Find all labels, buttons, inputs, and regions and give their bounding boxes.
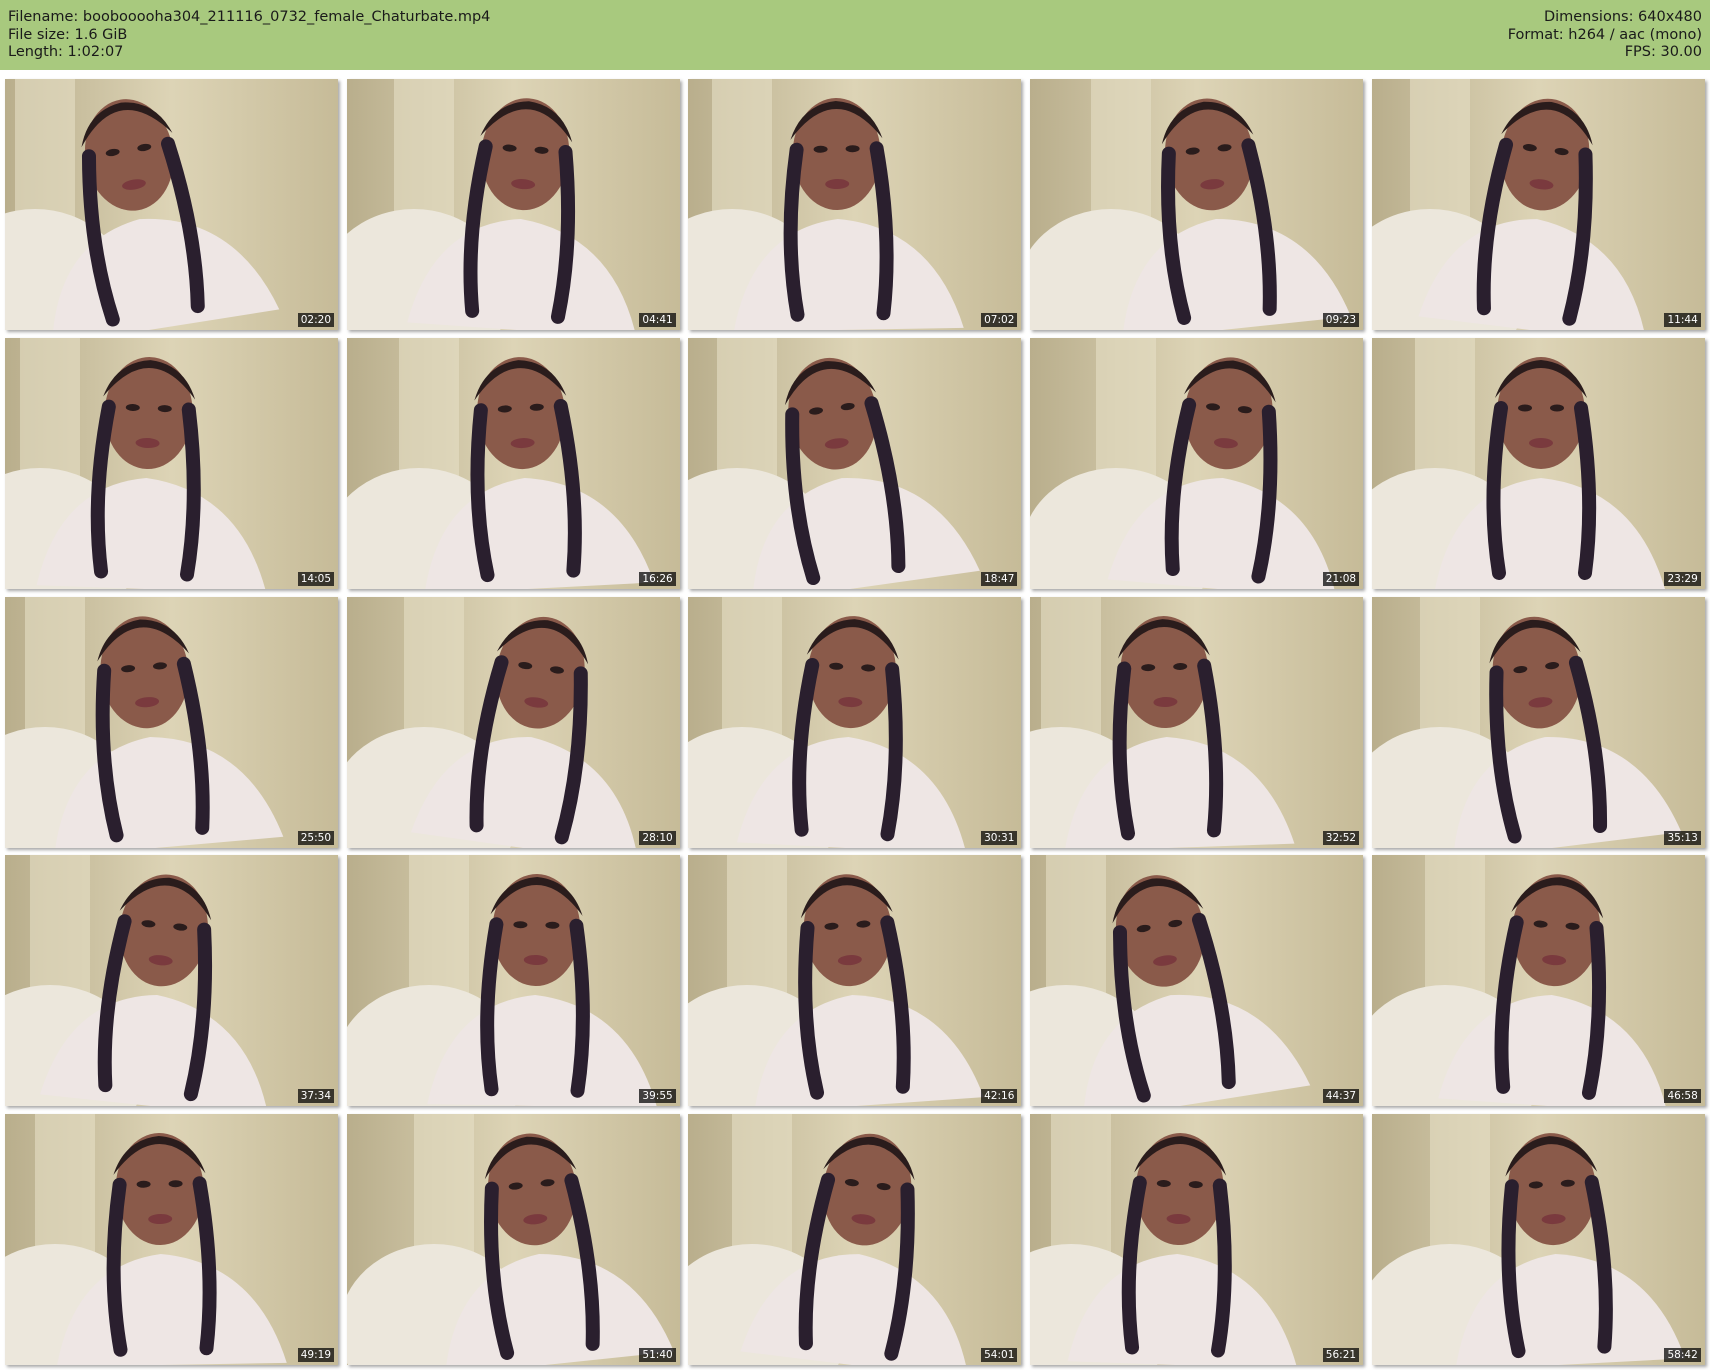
format-text: Format: h264 / aac (mono) bbox=[1507, 26, 1702, 43]
metadata-left: Filename: boobooooha304_211116_0732_fema… bbox=[8, 9, 490, 62]
video-frame-thumbnail[interactable]: 11:44 bbox=[1371, 79, 1705, 330]
video-frame-thumbnail[interactable]: 39:55 bbox=[346, 855, 680, 1107]
frame-timestamp: 42:16 bbox=[981, 1089, 1018, 1104]
frame-timestamp: 51:40 bbox=[639, 1348, 676, 1363]
frame-timestamp: 37:34 bbox=[297, 1089, 334, 1104]
frame-image bbox=[1371, 79, 1705, 330]
video-frame-thumbnail[interactable]: 56:21 bbox=[1030, 1114, 1364, 1366]
video-frame-thumbnail[interactable]: 18:47 bbox=[688, 337, 1022, 589]
video-frame-thumbnail[interactable]: 16:26 bbox=[346, 337, 680, 589]
frame-image bbox=[1030, 79, 1364, 330]
video-frame-thumbnail[interactable]: 58:42 bbox=[1371, 1114, 1705, 1366]
frame-image bbox=[346, 596, 680, 848]
frame-image bbox=[1371, 855, 1705, 1107]
frame-timestamp: 18:47 bbox=[981, 571, 1018, 586]
filesize-text: File size: 1.6 GiB bbox=[8, 26, 128, 43]
frame-image bbox=[1371, 1114, 1705, 1366]
frame-timestamp: 07:02 bbox=[981, 313, 1018, 327]
frame-image bbox=[688, 79, 1022, 330]
frame-image bbox=[1030, 337, 1364, 589]
filename-text: Filename: boobooooha304_211116_0732_fema… bbox=[8, 9, 491, 25]
frame-timestamp: 35:13 bbox=[1664, 830, 1701, 845]
frame-image bbox=[5, 1114, 338, 1366]
frame-image bbox=[5, 855, 338, 1107]
frame-image bbox=[5, 596, 338, 848]
frame-timestamp: 49:19 bbox=[297, 1348, 334, 1363]
metadata-header: Filename: boobooooha304_211116_0732_fema… bbox=[0, 0, 1710, 70]
frame-timestamp: 21:08 bbox=[1322, 571, 1360, 586]
frame-image bbox=[688, 1114, 1022, 1366]
frame-timestamp: 30:31 bbox=[981, 830, 1018, 845]
video-frame-thumbnail[interactable]: 21:08 bbox=[1030, 337, 1364, 589]
frame-timestamp: 25:50 bbox=[297, 830, 334, 845]
video-frame-thumbnail[interactable]: 25:50 bbox=[5, 596, 338, 848]
frame-image bbox=[5, 337, 338, 589]
video-frame-thumbnail[interactable]: 30:31 bbox=[688, 596, 1022, 848]
frame-timestamp: 58:42 bbox=[1664, 1348, 1701, 1363]
frame-timestamp: 56:21 bbox=[1322, 1348, 1360, 1363]
video-frame-thumbnail[interactable]: 44:37 bbox=[1030, 855, 1364, 1107]
video-frame-thumbnail[interactable]: 35:13 bbox=[1371, 596, 1705, 848]
frame-image bbox=[1030, 1114, 1364, 1366]
length-text: Length: 1:02:07 bbox=[8, 44, 124, 60]
frame-image bbox=[346, 79, 680, 330]
video-frame-thumbnail[interactable]: 04:41 bbox=[346, 79, 680, 330]
frame-timestamp: 16:26 bbox=[639, 571, 676, 586]
video-frame-thumbnail[interactable]: 46:58 bbox=[1371, 855, 1705, 1107]
video-frame-thumbnail[interactable]: 54:01 bbox=[688, 1114, 1022, 1366]
frame-image bbox=[346, 855, 680, 1107]
frame-image bbox=[346, 1114, 680, 1366]
video-frame-thumbnail[interactable]: 14:05 bbox=[5, 337, 338, 589]
frame-timestamp: 32:52 bbox=[1322, 830, 1360, 845]
frame-image bbox=[5, 79, 338, 330]
frame-image bbox=[1030, 855, 1364, 1107]
frame-timestamp: 54:01 bbox=[981, 1348, 1018, 1363]
frame-timestamp: 46:58 bbox=[1664, 1089, 1701, 1104]
frame-timestamp: 28:10 bbox=[639, 830, 676, 845]
frame-image bbox=[346, 337, 680, 589]
video-frame-thumbnail[interactable]: 37:34 bbox=[5, 855, 338, 1107]
frame-image bbox=[688, 855, 1022, 1107]
frame-timestamp: 44:37 bbox=[1322, 1089, 1360, 1104]
metadata-right: Dimensions: 640x480 Format: h264 / aac (… bbox=[1508, 9, 1702, 62]
frame-timestamp: 02:20 bbox=[297, 313, 334, 327]
video-frame-thumbnail[interactable]: 49:19 bbox=[5, 1114, 338, 1366]
video-frame-thumbnail[interactable]: 23:29 bbox=[1371, 337, 1705, 589]
thumbnail-grid: 02:20 04:41 07:02 09:23 11:44 14:05 16:26 18:47… bbox=[5, 79, 1705, 1366]
frame-timestamp: 39:55 bbox=[639, 1089, 676, 1104]
video-frame-thumbnail[interactable]: 02:20 bbox=[5, 79, 338, 330]
fps-text: FPS: 30.00 bbox=[1624, 44, 1702, 60]
video-frame-thumbnail[interactable]: 32:52 bbox=[1030, 596, 1364, 848]
video-frame-thumbnail[interactable]: 09:23 bbox=[1030, 79, 1364, 330]
video-frame-thumbnail[interactable]: 51:40 bbox=[346, 1114, 680, 1366]
frame-timestamp: 11:44 bbox=[1664, 313, 1701, 327]
video-frame-thumbnail[interactable]: 28:10 bbox=[346, 596, 680, 848]
frame-timestamp: 14:05 bbox=[297, 571, 334, 586]
frame-image bbox=[688, 596, 1022, 848]
video-frame-thumbnail[interactable]: 42:16 bbox=[688, 855, 1022, 1107]
frame-timestamp: 09:23 bbox=[1322, 313, 1360, 327]
dimensions-text: Dimensions: 640x480 bbox=[1543, 9, 1702, 25]
frame-image bbox=[1371, 337, 1705, 589]
video-frame-thumbnail[interactable]: 07:02 bbox=[688, 79, 1022, 330]
frame-timestamp: 23:29 bbox=[1664, 571, 1701, 586]
frame-image bbox=[688, 337, 1022, 589]
frame-image bbox=[1030, 596, 1364, 848]
frame-image bbox=[1371, 596, 1705, 848]
frame-timestamp: 04:41 bbox=[639, 313, 676, 327]
